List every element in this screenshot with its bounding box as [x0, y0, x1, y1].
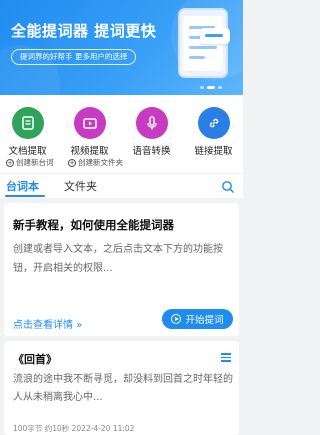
start-button-label: 开始提词 — [185, 315, 224, 326]
tool-voice-convert[interactable]: 语音转换 — [124, 107, 179, 157]
tool-label: 视频提取 — [70, 146, 109, 157]
link-icon — [197, 107, 230, 139]
plus-icon: + — [68, 158, 76, 167]
script-title: 《回首》 — [13, 353, 57, 366]
tool-label: 语音转换 — [132, 146, 171, 157]
create-script-label: 创建新台词 — [16, 158, 54, 167]
tool-link-extract[interactable]: 链接提取 — [186, 107, 241, 157]
promo-banner[interactable]: 全能提词器 提词更快 提词界的好帮手 更多用户的选择 — [0, 0, 243, 95]
banner-title: 全能提词器 提词更快 — [11, 22, 157, 40]
banner-subtitle: 提词界的好帮手 更多用户的选择 — [11, 49, 137, 65]
tutorial-card[interactable]: 新手教程，如何使用全能提词器 创建或者导入文本，之后点击文本下方的功能按钮，开启… — [4, 203, 239, 336]
active-tab-indicator — [5, 195, 45, 197]
plus-icon: + — [6, 158, 14, 167]
script-meta: 100字节 约10秒 2022-4-20 11:02 — [13, 424, 135, 433]
create-script-link[interactable]: + 创建新台词 — [6, 157, 54, 168]
tutorial-title: 新手教程，如何使用全能提词器 — [13, 218, 174, 232]
create-folder-label: 创建新文件夹 — [78, 158, 123, 167]
tab-bar: 台词本 文件夹 — [0, 174, 243, 198]
tool-label: 文档提取 — [8, 146, 47, 157]
script-preview: 流浪的途中我不断寻觅，却没料到回首之时年轻的人从未稍离我心中... — [13, 374, 233, 403]
microphone-icon — [135, 107, 168, 139]
tab-folders[interactable]: 文件夹 — [64, 178, 97, 194]
carousel-indicator — [200, 86, 222, 89]
tutorial-description: 创建或者导入文本，之后点击文本下方的功能按钮，开启相关的权限... — [13, 244, 223, 274]
video-icon — [73, 107, 106, 139]
play-icon — [171, 314, 182, 324]
tool-video-extract[interactable]: 视频提取 — [62, 107, 117, 157]
tool-document-extract[interactable]: 文档提取 — [0, 107, 55, 157]
menu-icon[interactable] — [221, 353, 231, 362]
chat-bubble-icon — [200, 28, 230, 44]
start-prompter-button[interactable]: 开始提词 — [162, 309, 233, 329]
script-card[interactable]: 《回首》 流浪的途中我不断寻觅，却没料到回首之时年轻的人从未稍离我心中... 1… — [4, 341, 239, 435]
search-icon[interactable] — [221, 179, 235, 193]
tool-label: 链接提取 — [194, 146, 233, 157]
create-folder-link[interactable]: + 创建新文件夹 — [68, 157, 123, 168]
view-details-link[interactable]: 点击查看详情 » — [13, 316, 82, 331]
tools-panel: 文档提取 视频提取 语音转换 链接提取 + 创建新台词 + 创建新文件夹 — [0, 95, 243, 173]
tab-scripts[interactable]: 台词本 — [6, 178, 39, 194]
document-icon — [11, 107, 44, 139]
